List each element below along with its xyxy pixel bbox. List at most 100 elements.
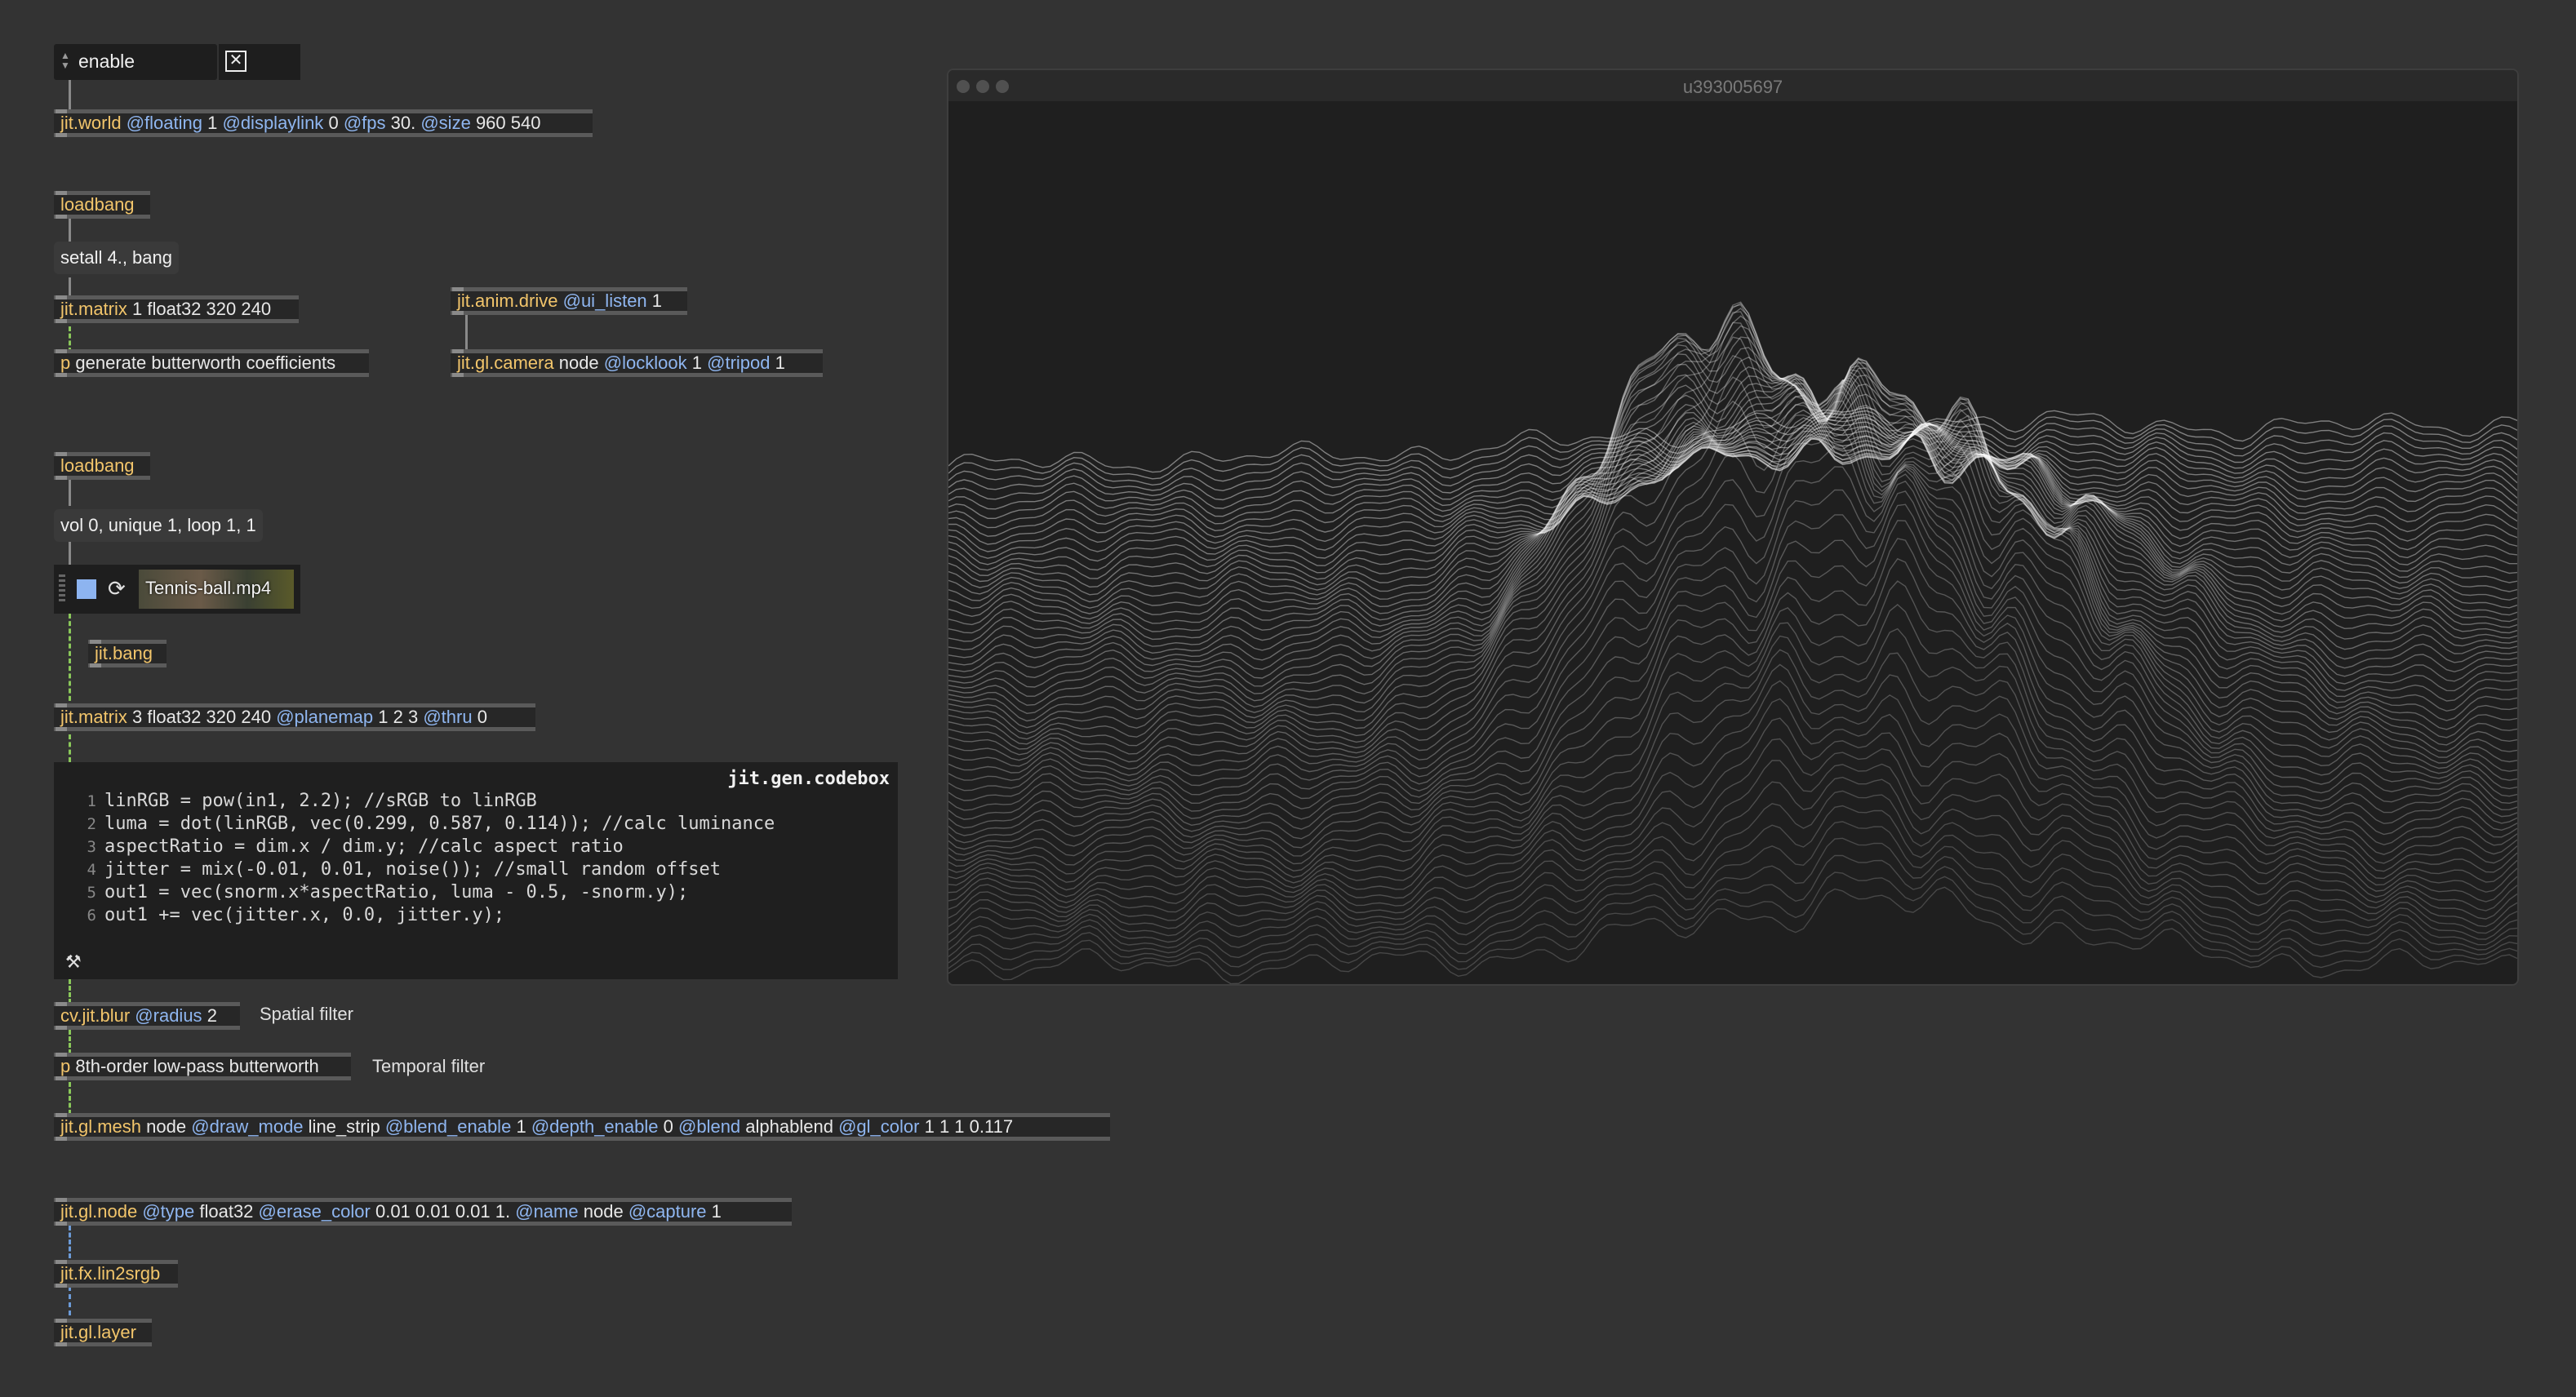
inlet[interactable] [56,1319,67,1323]
inlet[interactable] [56,1113,67,1117]
inlet[interactable] [452,287,464,291]
code-line: 1 linRGB = pow(in1, 2.2); //sRGB to linRG… [70,790,775,813]
code-line: 5 out1 = vec(snorm.x*aspectRatio, luma - … [70,881,775,904]
object-argument: 0 [477,707,487,727]
loadbang-object-1[interactable]: loadbang [54,191,150,219]
video-clip-thumbnail[interactable]: Tennis-ball.mp4 [139,570,294,609]
temporal-filter-comment: Temporal filter [372,1056,486,1076]
inlet[interactable] [56,1260,67,1264]
outlet[interactable] [56,1222,67,1226]
jit-gl-node-object[interactable]: jit.gl.node @type float32 @erase_color 0… [54,1198,792,1226]
mesh-line [948,301,2517,722]
object-argument: 1 [711,1201,722,1222]
jit-world-object[interactable]: jit.world @floating 1 @displaylink 0 @fp… [54,109,593,137]
jit-anim-drive-object[interactable]: jit.anim.drive @ui_listen 1 [451,287,687,315]
jit-bang-object[interactable]: jit.bang [88,640,167,667]
mesh-line [948,854,2517,968]
object-argument: 2 [207,1005,217,1026]
line-number: 4 [87,861,96,879]
outlet[interactable] [56,1137,67,1141]
outlet[interactable] [452,373,464,377]
outlet[interactable] [56,1284,67,1288]
outlet[interactable] [56,373,67,377]
object-class-name: jit.world [60,113,122,133]
jit-gl-layer-object[interactable]: jit.gl.layer [54,1319,152,1346]
jit-gl-mesh-object[interactable]: jit.gl.mesh node @draw_mode line_strip @… [54,1113,1110,1141]
inlet[interactable] [90,640,101,644]
object-class-name: jit.gl.camera [457,353,554,373]
inlet[interactable] [56,191,67,195]
inlet[interactable] [56,1002,67,1006]
spatial-filter-comment: Spatial filter [260,1004,353,1024]
object-argument: 8th-order low-pass butterworth [75,1056,319,1076]
line-number: 2 [87,815,96,833]
code-editor[interactable]: 1 linRGB = pow(in1, 2.2); //sRGB to linRG… [70,790,775,927]
outlet[interactable] [56,476,67,480]
stop-square-icon[interactable] [77,579,96,599]
cv-jit-blur-object[interactable]: cv.jit.blur @radius 2 [54,1002,240,1030]
object-class-name: loadbang [60,194,135,215]
outlet[interactable] [56,1342,67,1346]
inlet[interactable] [56,1053,67,1057]
object-attribute: @floating [126,113,202,133]
setall-message[interactable]: setall 4., bang [54,242,179,274]
enable-umenu[interactable]: ▲ ▼ enable [54,44,217,80]
jit-matrix-object-3[interactable]: jit.matrix 3 float32 320 240 @planemap 1… [54,703,535,731]
object-attribute: @draw_mode [191,1116,304,1137]
loop-icon[interactable]: ⟳ [108,576,126,601]
object-argument: 960 540 [475,113,541,133]
object-class-name: p [60,1056,71,1076]
line-number: 3 [87,838,96,856]
window-titlebar[interactable]: u393005697 [948,70,2517,101]
inlet[interactable] [56,109,67,113]
wrench-icon[interactable]: ⚒ [65,951,82,973]
inlet[interactable] [56,295,67,299]
mesh-line [948,503,2517,829]
inlet[interactable] [56,452,67,456]
object-attribute: @size [420,113,471,133]
umenu-selected-label: enable [78,51,135,72]
outlet[interactable] [56,1026,67,1030]
object-attribute: @thru [423,707,473,727]
object-attribute: @name [515,1201,579,1222]
enable-toggle[interactable]: ✕ [219,44,300,80]
inlet[interactable] [56,349,67,353]
inlet[interactable] [452,349,464,353]
object-attribute: @locklook [603,353,687,373]
playlist-object[interactable]: ⟳ Tennis-ball.mp4 [54,565,300,614]
subpatch-lowpass-butterworth[interactable]: p 8th-order low-pass butterworth [54,1053,351,1080]
outlet[interactable] [452,311,464,315]
mesh-line [948,698,2517,903]
jit-matrix-object-1[interactable]: jit.matrix 1 float32 320 240 [54,295,299,323]
outlet[interactable] [90,663,101,667]
object-attribute: @fps [343,113,386,133]
jit-gen-codebox[interactable]: jit.gen.codebox 1 linRGB = pow(in1, 2.2);… [54,762,898,979]
object-class-name: jit.matrix [60,299,127,319]
object-argument: 1 2 3 [378,707,419,727]
inlet[interactable] [56,703,67,707]
outlet[interactable] [56,319,67,323]
object-argument: node [558,353,599,373]
drag-handle-icon[interactable] [59,574,65,604]
outlet[interactable] [56,215,67,219]
window-title: u393005697 [1682,77,1783,97]
outlet[interactable] [56,133,67,137]
mesh-line [948,445,2517,796]
render-window[interactable]: u393005697 [947,69,2519,986]
outlet[interactable] [56,1076,67,1080]
object-argument: node [146,1116,187,1137]
inlet[interactable] [56,1198,67,1202]
subpatch-generate-coefficients[interactable]: p generate butterworth coefficients [54,349,369,377]
jit-fx-lin2srgb-object[interactable]: jit.fx.lin2srgb [54,1260,178,1288]
loadbang-object-2[interactable]: loadbang [54,452,150,480]
line-number: 6 [87,907,96,925]
mesh-line [948,520,2517,836]
object-argument: 0.01 0.01 0.01 1. [375,1201,511,1222]
code-text: out1 += vec(jitter.x, 0.0, jitter.y); [104,905,505,925]
code-text: linRGB = pow(in1, 2.2); //sRGB to linRGB [104,791,537,811]
line-number: 1 [87,792,96,810]
outlet[interactable] [56,727,67,731]
code-text: jitter = mix(-0.01, 0.01, noise()); //sm… [104,859,721,880]
jit-gl-camera-object[interactable]: jit.gl.camera node @locklook 1 @tripod 1 [451,349,823,377]
vol-message[interactable]: vol 0, unique 1, loop 1, 1 [54,509,263,542]
